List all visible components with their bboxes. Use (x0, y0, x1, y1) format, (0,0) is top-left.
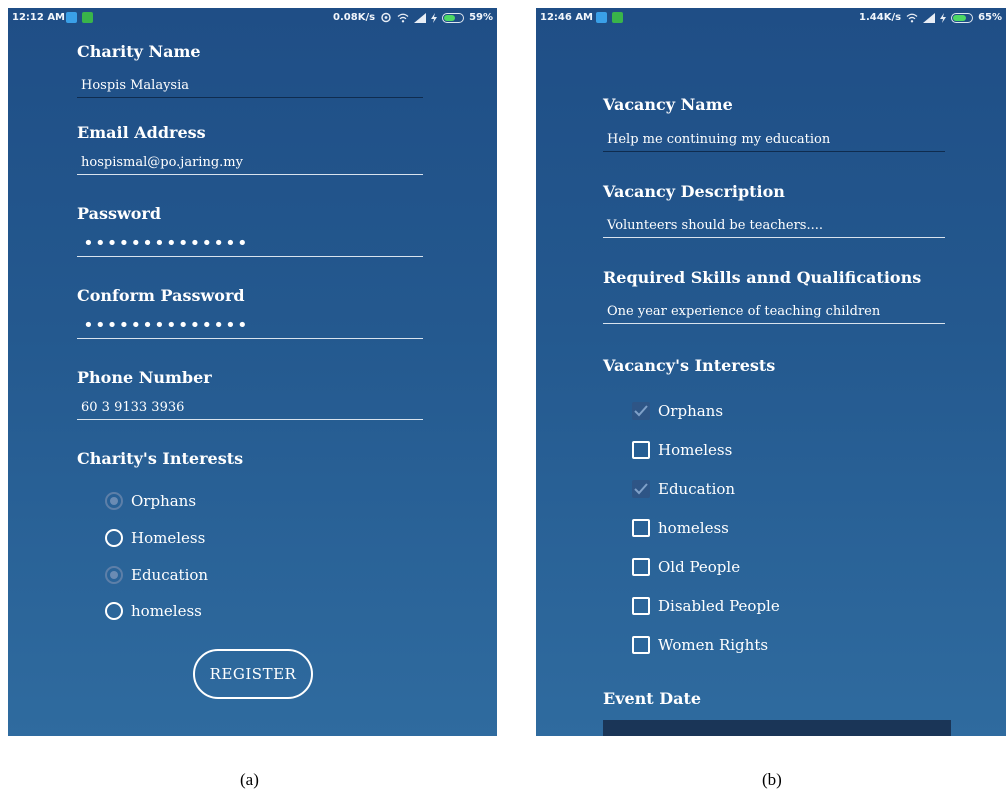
checkbox-unchecked-icon (632, 558, 650, 576)
status-bar: 12:46 AM 1.44K/s 65% (536, 8, 1006, 30)
vacancy-interest-women-rights[interactable]: Women Rights (632, 636, 768, 654)
checkbox-unchecked-icon (632, 636, 650, 654)
vacancy-interest-label: Old People (658, 558, 741, 576)
vacancy-interest-label: Education (658, 480, 736, 498)
interest-option-orphans[interactable]: Orphans (105, 492, 196, 510)
interest-option-homeless-lower[interactable]: homeless (105, 602, 202, 620)
vacancy-interest-label: Homeless (658, 441, 733, 459)
phone-number-value: 60 3 9133 3936 (81, 400, 185, 415)
interest-option-homeless[interactable]: Homeless (105, 529, 205, 547)
interest-option-label: Orphans (131, 492, 197, 510)
vacancy-interest-label: Orphans (658, 402, 724, 420)
battery-icon (442, 12, 465, 23)
vacancy-interest-disabled-people[interactable]: Disabled People (632, 597, 780, 615)
signal-icon (414, 12, 427, 23)
required-skills-value: One year experience of teaching children (607, 304, 881, 319)
checkbox-checked-icon (632, 402, 650, 420)
app-notification-icon (66, 12, 77, 23)
confirm-password-value: •••••••••••••• (83, 315, 249, 336)
vacancy-description-input[interactable]: Volunteers should be teachers.... (603, 212, 945, 238)
radio-checked-icon (105, 492, 123, 510)
vacancy-interest-label: Disabled People (658, 597, 780, 615)
vacancy-interest-label: homeless (658, 519, 729, 537)
vacancy-interest-orphans[interactable]: Orphans (632, 402, 723, 420)
check-icon (634, 405, 648, 417)
status-bar: 12:12 AM 0.08K/s 59% (8, 8, 497, 30)
signal-icon (923, 12, 936, 23)
radio-unchecked-icon (105, 529, 123, 547)
phone-number-input[interactable]: 60 3 9133 3936 (77, 394, 423, 420)
vacancy-description-label: Vacancy Description (603, 182, 785, 201)
event-date-label: Event Date (603, 689, 702, 708)
phone-number-label: Phone Number (77, 368, 212, 387)
charging-icon (431, 12, 438, 23)
app-notification-icon (82, 12, 93, 23)
checkbox-unchecked-icon (632, 519, 650, 537)
vacancy-interest-homeless-lower[interactable]: homeless (632, 519, 729, 537)
charity-interests-title: Charity's Interests (77, 449, 244, 468)
password-input[interactable]: •••••••••••••• (77, 231, 423, 257)
interest-option-label: Education (131, 566, 209, 584)
checkbox-unchecked-icon (632, 441, 650, 459)
wifi-icon (397, 13, 409, 22)
checkbox-checked-icon (632, 480, 650, 498)
caption-b: (b) (762, 770, 782, 789)
vacancy-name-label: Vacancy Name (603, 95, 733, 114)
email-address-input[interactable]: hospismal@po.jaring.my (77, 149, 423, 175)
email-address-label: Email Address (77, 123, 206, 142)
interest-option-education[interactable]: Education (105, 566, 208, 584)
battery-percent: 59% (469, 12, 493, 23)
password-label: Password (77, 204, 162, 223)
vacancy-form-screen: 12:46 AM 1.44K/s 65% Vacancy Name Help m… (536, 8, 1006, 736)
password-value: •••••••••••••• (83, 233, 249, 254)
charity-name-label: Charity Name (77, 42, 201, 61)
check-icon (634, 483, 648, 495)
status-time: 12:12 AM (12, 12, 66, 23)
sync-icon (381, 12, 391, 23)
charity-name-input[interactable]: Hospis Malaysia (77, 72, 423, 98)
email-address-value: hospismal@po.jaring.my (81, 155, 243, 170)
radio-checked-icon (105, 566, 123, 584)
battery-percent: 65% (978, 12, 1002, 23)
radio-unchecked-icon (105, 602, 123, 620)
vacancy-name-value: Help me continuing my education (607, 132, 831, 147)
status-time: 12:46 AM (540, 12, 594, 23)
required-skills-input[interactable]: One year experience of teaching children (603, 298, 945, 324)
required-skills-label: Required Skills annd Qualifications (603, 268, 922, 287)
charity-name-value: Hospis Malaysia (81, 78, 190, 93)
interest-option-label: Homeless (131, 529, 206, 547)
vacancy-interests-title: Vacancy's Interests (603, 356, 776, 375)
battery-icon (951, 12, 974, 23)
charging-icon (940, 12, 947, 23)
app-notification-icon (612, 12, 623, 23)
vacancy-interest-homeless[interactable]: Homeless (632, 441, 732, 459)
wifi-icon (906, 13, 918, 22)
network-speed: 1.44K/s (859, 12, 902, 23)
confirm-password-input[interactable]: •••••••••••••• (77, 313, 423, 339)
vacancy-interest-label: Women Rights (658, 636, 769, 654)
network-speed: 0.08K/s (333, 12, 376, 23)
vacancy-interest-education[interactable]: Education (632, 480, 735, 498)
caption-a: (a) (240, 770, 259, 789)
checkbox-unchecked-icon (632, 597, 650, 615)
vacancy-name-input[interactable]: Help me continuing my education (603, 126, 945, 152)
interest-option-label: homeless (131, 602, 202, 620)
vacancy-description-value: Volunteers should be teachers.... (607, 218, 823, 233)
event-date-picker[interactable] (603, 720, 951, 736)
confirm-password-label: Conform Password (77, 286, 245, 305)
register-button[interactable]: REGISTER (193, 649, 313, 699)
charity-registration-screen: 12:12 AM 0.08K/s 59% Charity Name Hospis… (8, 8, 497, 736)
vacancy-interest-old-people[interactable]: Old People (632, 558, 740, 576)
app-notification-icon (596, 12, 607, 23)
